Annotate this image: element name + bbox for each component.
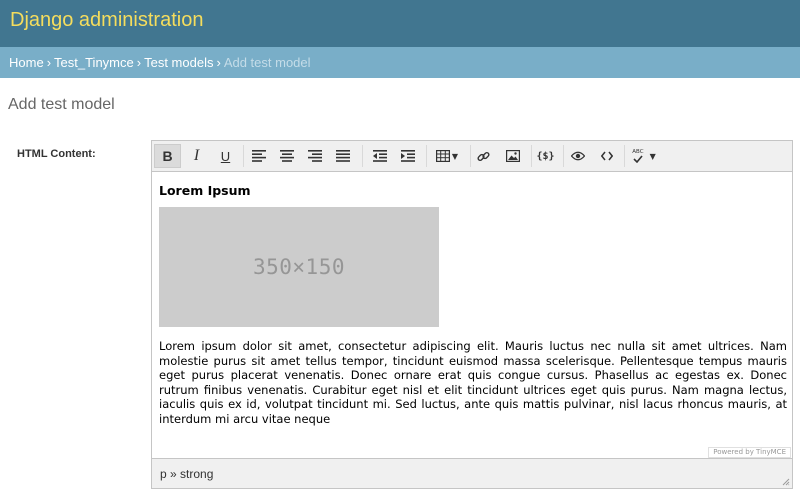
underline-icon: U xyxy=(220,148,231,164)
breadcrumb-home-link[interactable]: Home xyxy=(9,55,44,70)
source-code-icon xyxy=(600,151,613,161)
toolbar-separator xyxy=(624,145,625,167)
indent-button[interactable] xyxy=(394,144,421,168)
bold-button[interactable]: B xyxy=(154,144,181,168)
italic-button[interactable]: I xyxy=(183,144,210,168)
toolbar-separator xyxy=(426,145,427,167)
align-justify-icon xyxy=(335,150,350,162)
breadcrumb-separator: › xyxy=(46,55,52,70)
chevron-down-icon: ▼ xyxy=(451,151,459,161)
breadcrumb-separator: › xyxy=(136,55,142,70)
content-heading: Lorem Ipsum xyxy=(159,183,251,198)
site-header: Django administration xyxy=(0,0,800,47)
breadcrumb-current: Add test model xyxy=(223,55,311,70)
template-variable-button[interactable]: {$} xyxy=(532,144,559,168)
image-icon xyxy=(505,150,520,162)
preview-button[interactable] xyxy=(564,144,591,168)
indent-icon xyxy=(400,150,415,162)
breadcrumb: Home › Test_Tinymce › Test models › Add test m… xyxy=(0,47,800,78)
powered-by-tinymce-link[interactable]: Powered by TinyMCE xyxy=(708,447,791,458)
align-right-icon xyxy=(307,150,322,162)
link-icon xyxy=(477,151,490,161)
bold-icon: B xyxy=(162,148,173,164)
align-center-icon xyxy=(279,150,294,162)
breadcrumb-separator: › xyxy=(216,55,221,70)
template-variable-icon: {$} xyxy=(536,150,555,162)
table-button[interactable]: ▼ xyxy=(430,144,464,168)
chevron-down-icon: ▼ xyxy=(649,151,656,161)
underline-button[interactable]: U xyxy=(212,144,239,168)
placeholder-image-label: 350×150 xyxy=(252,255,345,279)
outdent-button[interactable] xyxy=(366,144,393,168)
align-center-button[interactable] xyxy=(273,144,300,168)
image-button[interactable] xyxy=(499,144,526,168)
site-title-link[interactable]: Django administration xyxy=(10,9,203,32)
table-icon xyxy=(435,150,450,162)
align-left-icon xyxy=(251,150,266,162)
page-title: Add test model xyxy=(8,96,115,113)
breadcrumb-model-link[interactable]: Test models xyxy=(144,55,213,70)
breadcrumb-app-link[interactable]: Test_Tinymce xyxy=(54,55,134,70)
toolbar-separator xyxy=(243,145,244,167)
element-path[interactable]: p » strong xyxy=(160,467,213,481)
editor-content-area[interactable]: Lorem Ipsum 350×150 Lorem ipsum dolor si… xyxy=(152,173,792,458)
editor-statusbar: p » strong xyxy=(152,458,792,488)
editor-toolbar: B I U ▼ {$} ABC ▼ xyxy=(152,141,792,172)
resize-handle-icon[interactable] xyxy=(782,478,790,486)
placeholder-image[interactable]: 350×150 xyxy=(159,207,439,327)
link-button[interactable] xyxy=(470,144,497,168)
tinymce-editor: B I U ▼ {$} ABC ▼ Lorem Ipsum 350×150 Lo… xyxy=(151,140,793,489)
toolbar-separator xyxy=(362,145,363,167)
content-paragraph: Lorem ipsum dolor sit amet, consectetur … xyxy=(159,339,787,426)
preview-icon xyxy=(570,151,585,161)
outdent-icon xyxy=(372,150,387,162)
html-content-label: HTML Content: xyxy=(17,148,96,160)
align-left-button[interactable] xyxy=(245,144,272,168)
italic-icon: I xyxy=(193,147,200,164)
align-right-button[interactable] xyxy=(301,144,328,168)
source-code-button[interactable] xyxy=(593,144,620,168)
spellcheck-icon: ABC xyxy=(632,149,644,163)
align-justify-button[interactable] xyxy=(329,144,356,168)
spellcheck-button[interactable]: ABC ▼ xyxy=(626,144,662,168)
